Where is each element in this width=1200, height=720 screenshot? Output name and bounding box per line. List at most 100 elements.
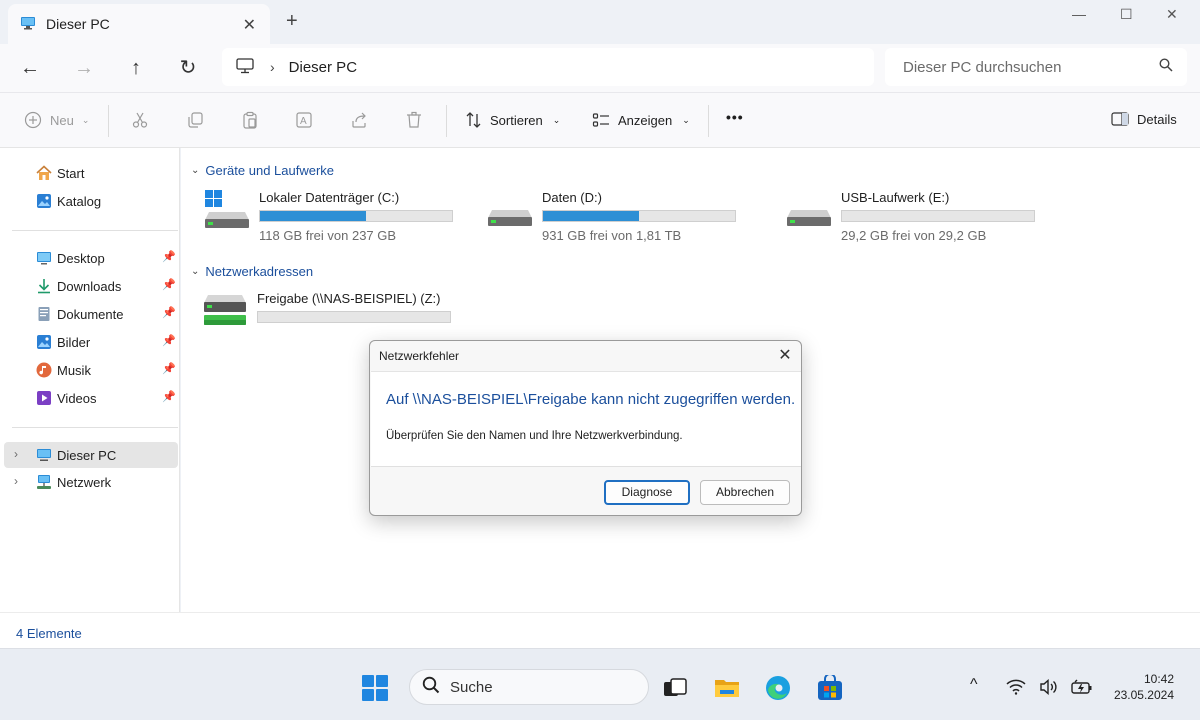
delete-button[interactable] (405, 111, 423, 129)
sidebar-item-bilder[interactable]: Bilder 📌 (0, 329, 178, 355)
sidebar-item-dieser-pc[interactable]: › Dieser PC (4, 442, 178, 468)
sidebar-divider (12, 230, 178, 231)
music-icon (36, 362, 52, 378)
sidebar-item-label: Katalog (57, 193, 102, 209)
task-view-icon[interactable] (662, 675, 688, 701)
search-input[interactable]: Dieser PC durchsuchen (885, 48, 1187, 86)
maximize-button[interactable]: ☐ (1120, 6, 1133, 23)
drive-e[interactable]: USB-Laufwerk (E:) 29,2 GB frei von 29,2 … (787, 190, 1057, 248)
taskbar: Suche ^ 10:42 23.05.2024 (0, 648, 1200, 720)
system-clock[interactable]: 10:42 23.05.2024 (1104, 671, 1174, 703)
download-icon (36, 278, 52, 294)
up-button[interactable]: ↑ (124, 56, 148, 80)
chevron-down-icon: ⌄ (81, 114, 90, 125)
sidebar-item-label: Downloads (57, 278, 122, 294)
pin-icon[interactable]: 📌 (162, 278, 176, 291)
taskbar-search[interactable]: Suche (409, 669, 649, 705)
drive-name: Freigabe (\\NAS-BEISPIEL) (Z:) (257, 291, 441, 306)
documents-icon (36, 306, 52, 322)
dialog-message: Überprüfen Sie den Namen und Ihre Netzwe… (386, 430, 683, 442)
pictures-icon (36, 334, 52, 350)
drive-d[interactable]: Daten (D:) 931 GB frei von 1,81 TB (488, 190, 758, 248)
pin-icon[interactable]: 📌 (162, 362, 176, 375)
sidebar-item-netzwerk[interactable]: › Netzwerk (0, 469, 178, 495)
drive-free-space: 29,2 GB frei von 29,2 GB (841, 228, 987, 243)
sidebar-item-musik[interactable]: Musik 📌 (0, 357, 178, 383)
group-header-devices[interactable]: ⌄ Geräte und Laufwerke (191, 163, 334, 178)
tray-overflow-chevron[interactable]: ^ (970, 676, 978, 694)
drive-c[interactable]: Lokaler Datenträger (C:) 118 GB frei von… (205, 190, 475, 248)
drive-name: USB-Laufwerk (E:) (841, 190, 950, 205)
microsoft-store-icon[interactable] (817, 673, 843, 701)
sidebar-item-start[interactable]: Start (0, 160, 178, 186)
minimize-button[interactable]: — (1072, 6, 1086, 22)
close-window-button[interactable]: ✕ (1166, 6, 1178, 23)
monitor-icon (236, 57, 254, 77)
rename-button[interactable]: A (295, 111, 313, 129)
pin-icon[interactable]: 📌 (162, 390, 176, 403)
pin-icon[interactable]: 📌 (162, 306, 176, 319)
network-icon (36, 474, 52, 490)
share-button[interactable] (350, 111, 368, 129)
chevron-right-icon[interactable]: › (14, 447, 18, 461)
network-error-dialog: Netzwerkfehler ✕ Auf \\NAS-BEISPIEL\Frei… (369, 340, 802, 516)
search-icon (1159, 58, 1173, 76)
address-bar[interactable]: › Dieser PC (222, 48, 874, 86)
refresh-button[interactable]: ↻ (176, 56, 200, 80)
tab-title: Dieser PC (46, 16, 110, 32)
sidebar-item-downloads[interactable]: Downloads 📌 (0, 273, 178, 299)
tab-dieser-pc[interactable]: Dieser PC ✕ (8, 4, 270, 44)
view-button-label: Anzeigen (618, 112, 673, 128)
back-button[interactable]: ← (18, 56, 42, 80)
drive-free-space: 118 GB frei von 237 GB (259, 228, 397, 243)
forward-button[interactable]: → (72, 56, 96, 80)
new-button[interactable]: Neu ⌄ (24, 111, 89, 129)
drive-usage-bar (841, 210, 1035, 222)
cancel-button[interactable]: Abbrechen (700, 480, 790, 505)
paste-button[interactable] (241, 111, 259, 129)
details-button[interactable]: Details (1111, 111, 1177, 127)
start-button-windows-icon[interactable] (362, 675, 388, 701)
breadcrumb-separator[interactable]: › (270, 59, 275, 75)
new-tab-button[interactable]: + (286, 10, 298, 33)
pin-icon[interactable]: 📌 (162, 250, 176, 263)
battery-charging-icon[interactable] (1071, 679, 1093, 698)
file-explorer-icon[interactable] (714, 675, 740, 701)
sidebar-item-label: Desktop (57, 250, 105, 266)
tab-close-icon[interactable]: ✕ (243, 15, 256, 35)
drive-usage-bar (542, 210, 736, 222)
sidebar-item-desktop[interactable]: Desktop 📌 (0, 245, 178, 271)
group-header-network[interactable]: ⌄ Netzwerkadressen (191, 264, 313, 279)
gallery-icon (36, 193, 52, 209)
drive-usage-bar (257, 311, 451, 323)
diagnose-button[interactable]: Diagnose (604, 480, 690, 505)
sidebar-item-videos[interactable]: Videos 📌 (0, 385, 178, 411)
edge-browser-icon[interactable] (765, 675, 791, 701)
plus-circle-icon (24, 111, 42, 129)
sidebar-item-katalog[interactable]: Katalog (0, 188, 178, 214)
computer-icon (36, 447, 52, 463)
drive-free-space: 931 GB frei von 1,81 TB (542, 228, 682, 243)
drive-usage-bar (259, 210, 453, 222)
copy-button[interactable] (186, 111, 204, 129)
view-button[interactable]: Anzeigen ⌄ (592, 111, 690, 129)
more-options-button[interactable]: ••• (726, 109, 744, 125)
sidebar-item-label: Start (57, 165, 85, 181)
wifi-icon[interactable] (1006, 679, 1026, 698)
new-button-label: Neu (50, 112, 74, 128)
sort-button[interactable]: Sortieren ⌄ (465, 111, 560, 129)
navigation-bar: ← → ↑ ↻ › Dieser PC Dieser PC durchsuche… (0, 44, 1200, 92)
chevron-right-icon[interactable]: › (14, 474, 18, 488)
search-icon (422, 676, 440, 698)
pin-icon[interactable]: 📌 (162, 334, 176, 347)
group-title: Geräte und Laufwerke (205, 163, 335, 178)
volume-icon[interactable] (1039, 678, 1059, 698)
sidebar-item-label: Musik (57, 362, 91, 378)
usb-drive-icon (787, 190, 835, 234)
sidebar-item-dokumente[interactable]: Dokumente 📌 (0, 301, 178, 327)
breadcrumb-dieser-pc[interactable]: Dieser PC (289, 59, 357, 76)
group-title: Netzwerkadressen (205, 264, 314, 279)
dialog-close-icon[interactable]: ✕ (775, 345, 795, 365)
chevron-down-icon: ⌄ (552, 114, 561, 125)
cut-button[interactable] (131, 111, 149, 129)
